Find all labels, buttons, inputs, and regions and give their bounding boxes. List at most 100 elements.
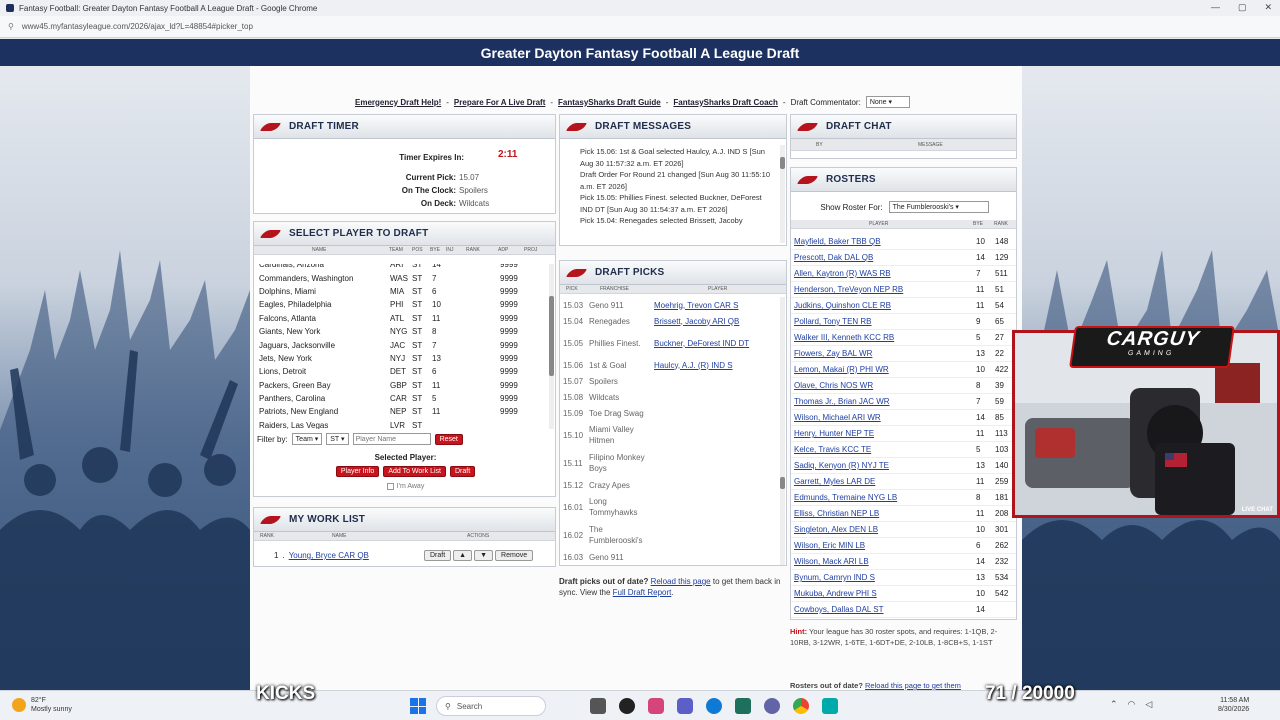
roster-player-link[interactable]: Henderson, TreVeyon NEP RB (794, 285, 903, 294)
pick-player-link[interactable]: Haulcy, A.J. (R) IND S (654, 361, 733, 370)
player-row[interactable]: Jaguars, Jacksonville JAC ST 7 9999 (254, 338, 550, 351)
roster-team-select[interactable]: The Fumblerooski's ▾ (888, 201, 989, 213)
player-name-input[interactable] (352, 433, 431, 445)
add-to-work-list-button[interactable]: Add To Work List (383, 466, 446, 477)
work-list-draft-button[interactable]: Draft (424, 550, 452, 561)
col-bye[interactable]: BYE (430, 247, 440, 253)
app-icon[interactable] (619, 698, 635, 714)
minimize-button[interactable]: — (1211, 2, 1220, 13)
player-row[interactable]: Cardinals, Arizona ARI ST 14 9999 (254, 264, 550, 271)
player-row[interactable]: Lions, Detroit DET ST 6 9999 (254, 365, 550, 378)
col-rank[interactable]: RANK (466, 247, 480, 253)
roster-player-link[interactable]: Henry, Hunter NEP TE (794, 429, 874, 438)
roster-player-link[interactable]: Bynum, Camryn IND S (794, 573, 875, 582)
player-row[interactable]: Falcons, Atlanta ATL ST 11 9999 (254, 312, 550, 325)
player-list[interactable]: Cardinals, Arizona ARI ST 14 9999 Commanders,… (254, 264, 550, 429)
move-up-button[interactable]: ▲ (453, 550, 473, 561)
roster-player-link[interactable]: Olave, Chris NOS WR (794, 381, 873, 390)
weather-widget[interactable]: 82°F Mostly sunny (12, 696, 72, 714)
move-down-button[interactable]: ▼ (474, 550, 494, 561)
full-draft-report-link[interactable]: Full Draft Report (613, 588, 672, 597)
tray-chevron-icon[interactable]: ⌃ (1110, 699, 1118, 710)
pick-player-link[interactable]: Brissett, Jacoby ARI QB (654, 317, 739, 326)
maximize-button[interactable]: ▢ (1238, 2, 1247, 13)
player-row[interactable]: Jets, New York NYJ ST 13 9999 (254, 352, 550, 365)
roster-player-link[interactable]: Mukuba, Andrew PHI S (794, 589, 877, 598)
roster-player-link[interactable]: Sadiq, Kenyon (R) NYJ TE (794, 461, 889, 470)
col-team[interactable]: TEAM (389, 247, 403, 253)
wifi-icon[interactable]: ◠ (1128, 699, 1136, 710)
roster-player-link[interactable]: Elliss, Christian NEP LB (794, 509, 879, 518)
edge-icon[interactable] (706, 698, 722, 714)
roster-player-link[interactable]: Wilson, Eric MIN LB (794, 541, 865, 550)
player-row[interactable]: Commanders, Washington WAS ST 7 9999 (254, 271, 550, 284)
player-row[interactable]: Dolphins, Miami MIA ST 6 9999 (254, 285, 550, 298)
taskbar-search[interactable]: ⚲ Search (436, 696, 546, 716)
rosters-reload-link[interactable]: Reload this page to get them (865, 681, 961, 690)
roster-player-link[interactable]: Thomas Jr., Brian JAC WR (794, 397, 890, 406)
pick-player-link[interactable]: Buckner, DeForest IND DT (654, 339, 749, 348)
roster-player-link[interactable]: Lemon, Makai (R) PHI WR (794, 365, 889, 374)
player-row[interactable]: Eagles, Philadelphia PHI ST 10 9999 (254, 298, 550, 311)
roster-player-link[interactable]: Cowboys, Dallas DAL ST (794, 605, 884, 614)
app-icon[interactable] (764, 698, 780, 714)
player-row[interactable]: Raiders, Las Vegas LVR ST (254, 419, 550, 429)
store-icon[interactable] (735, 698, 751, 714)
app-icon[interactable] (648, 698, 664, 714)
roster-player-link[interactable]: Judkins, Quinshon CLE RB (794, 301, 891, 310)
position-filter-select[interactable]: ST ▾ (326, 433, 349, 445)
roster-player-link[interactable]: Pollard, Tony TEN RB (794, 317, 872, 326)
draft-picks-scrollbar[interactable] (780, 297, 785, 565)
roster-player-link[interactable]: Wilson, Michael ARI WR (794, 413, 881, 422)
reset-button[interactable]: Reset (434, 433, 463, 445)
player-list-scrollbar[interactable] (549, 264, 554, 429)
player-info-button[interactable]: Player Info (335, 466, 380, 477)
close-button[interactable]: ✕ (1264, 2, 1272, 13)
roster-player-link[interactable]: Singleton, Alex DEN LB (794, 525, 878, 534)
volume-icon[interactable]: ◁ (1145, 699, 1152, 710)
roster-player-link[interactable]: Edmunds, Tremaine NYG LB (794, 493, 897, 502)
messages-scrollbar[interactable] (780, 145, 785, 243)
address-bar[interactable]: ⚲ www45.myfantasyleague.com/2026/ajax_ld… (0, 16, 1280, 38)
start-button[interactable] (410, 698, 426, 714)
url-text[interactable]: www45.myfantasyleague.com/2026/ajax_ld?L… (22, 22, 253, 31)
player-team: JAC (390, 340, 406, 350)
file-explorer-icon[interactable] (590, 698, 606, 714)
away-checkbox[interactable] (386, 483, 394, 490)
app-icon[interactable] (822, 698, 838, 714)
prepare-live-draft-link[interactable]: Prepare For A Live Draft (454, 98, 545, 107)
roster-player-link[interactable]: Allen, Kaytron (R) WAS RB (794, 269, 891, 278)
roster-player-link[interactable]: Wilson, Mack ARI LB (794, 557, 869, 566)
draft-guide-link[interactable]: FantasySharks Draft Guide (558, 98, 661, 107)
player-row[interactable]: Panthers, Carolina CAR ST 5 9999 (254, 392, 550, 405)
taskbar-clock[interactable]: 11:58 AM 8/30/2026 (1218, 696, 1249, 714)
chrome-icon[interactable] (793, 698, 809, 714)
roster-player-link[interactable]: Walker III, Kenneth KCC RB (794, 333, 894, 342)
draft-picks-list[interactable]: 15.03 Geno 911 Moehrig, Trevon CAR S 15.04 R… (560, 297, 780, 565)
roster-row: Bynum, Camryn IND S 13 534 (791, 570, 1016, 586)
col-adp[interactable]: ADP (498, 247, 508, 253)
player-row[interactable]: Packers, Green Bay GBP ST 11 9999 (254, 379, 550, 392)
draft-player-button[interactable]: Draft (449, 466, 476, 477)
col-name[interactable]: NAME (312, 247, 326, 253)
teams-icon[interactable] (677, 698, 693, 714)
site-info-icon[interactable]: ⚲ (8, 22, 14, 31)
work-list-player-link[interactable]: Young, Bryce CAR QB (289, 551, 369, 560)
player-row[interactable]: Patriots, New England NEP ST 11 9999 (254, 405, 550, 418)
draft-coach-link[interactable]: FantasySharks Draft Coach (673, 98, 777, 107)
emergency-help-link[interactable]: Emergency Draft Help! (355, 98, 441, 107)
col-proj[interactable]: PROJ (524, 247, 537, 253)
reload-page-link[interactable]: Reload this page (651, 577, 711, 586)
player-row[interactable]: Giants, New York NYG ST 8 9999 (254, 325, 550, 338)
commentator-select[interactable]: None ▾ (865, 96, 910, 108)
pick-player-link[interactable]: Moehrig, Trevon CAR S (654, 301, 738, 310)
roster-player-link[interactable]: Prescott, Dak DAL QB (794, 253, 873, 262)
roster-player-link[interactable]: Garrett, Myles LAR DE (794, 477, 875, 486)
col-inj[interactable]: INJ (446, 247, 454, 253)
roster-player-link[interactable]: Flowers, Zay BAL WR (794, 349, 872, 358)
col-pos[interactable]: POS (412, 247, 423, 253)
remove-button[interactable]: Remove (495, 550, 534, 561)
roster-player-link[interactable]: Kelce, Travis KCC TE (794, 445, 871, 454)
roster-player-link[interactable]: Mayfield, Baker TBB QB (794, 237, 881, 246)
team-filter-select[interactable]: Team ▾ (291, 433, 323, 445)
